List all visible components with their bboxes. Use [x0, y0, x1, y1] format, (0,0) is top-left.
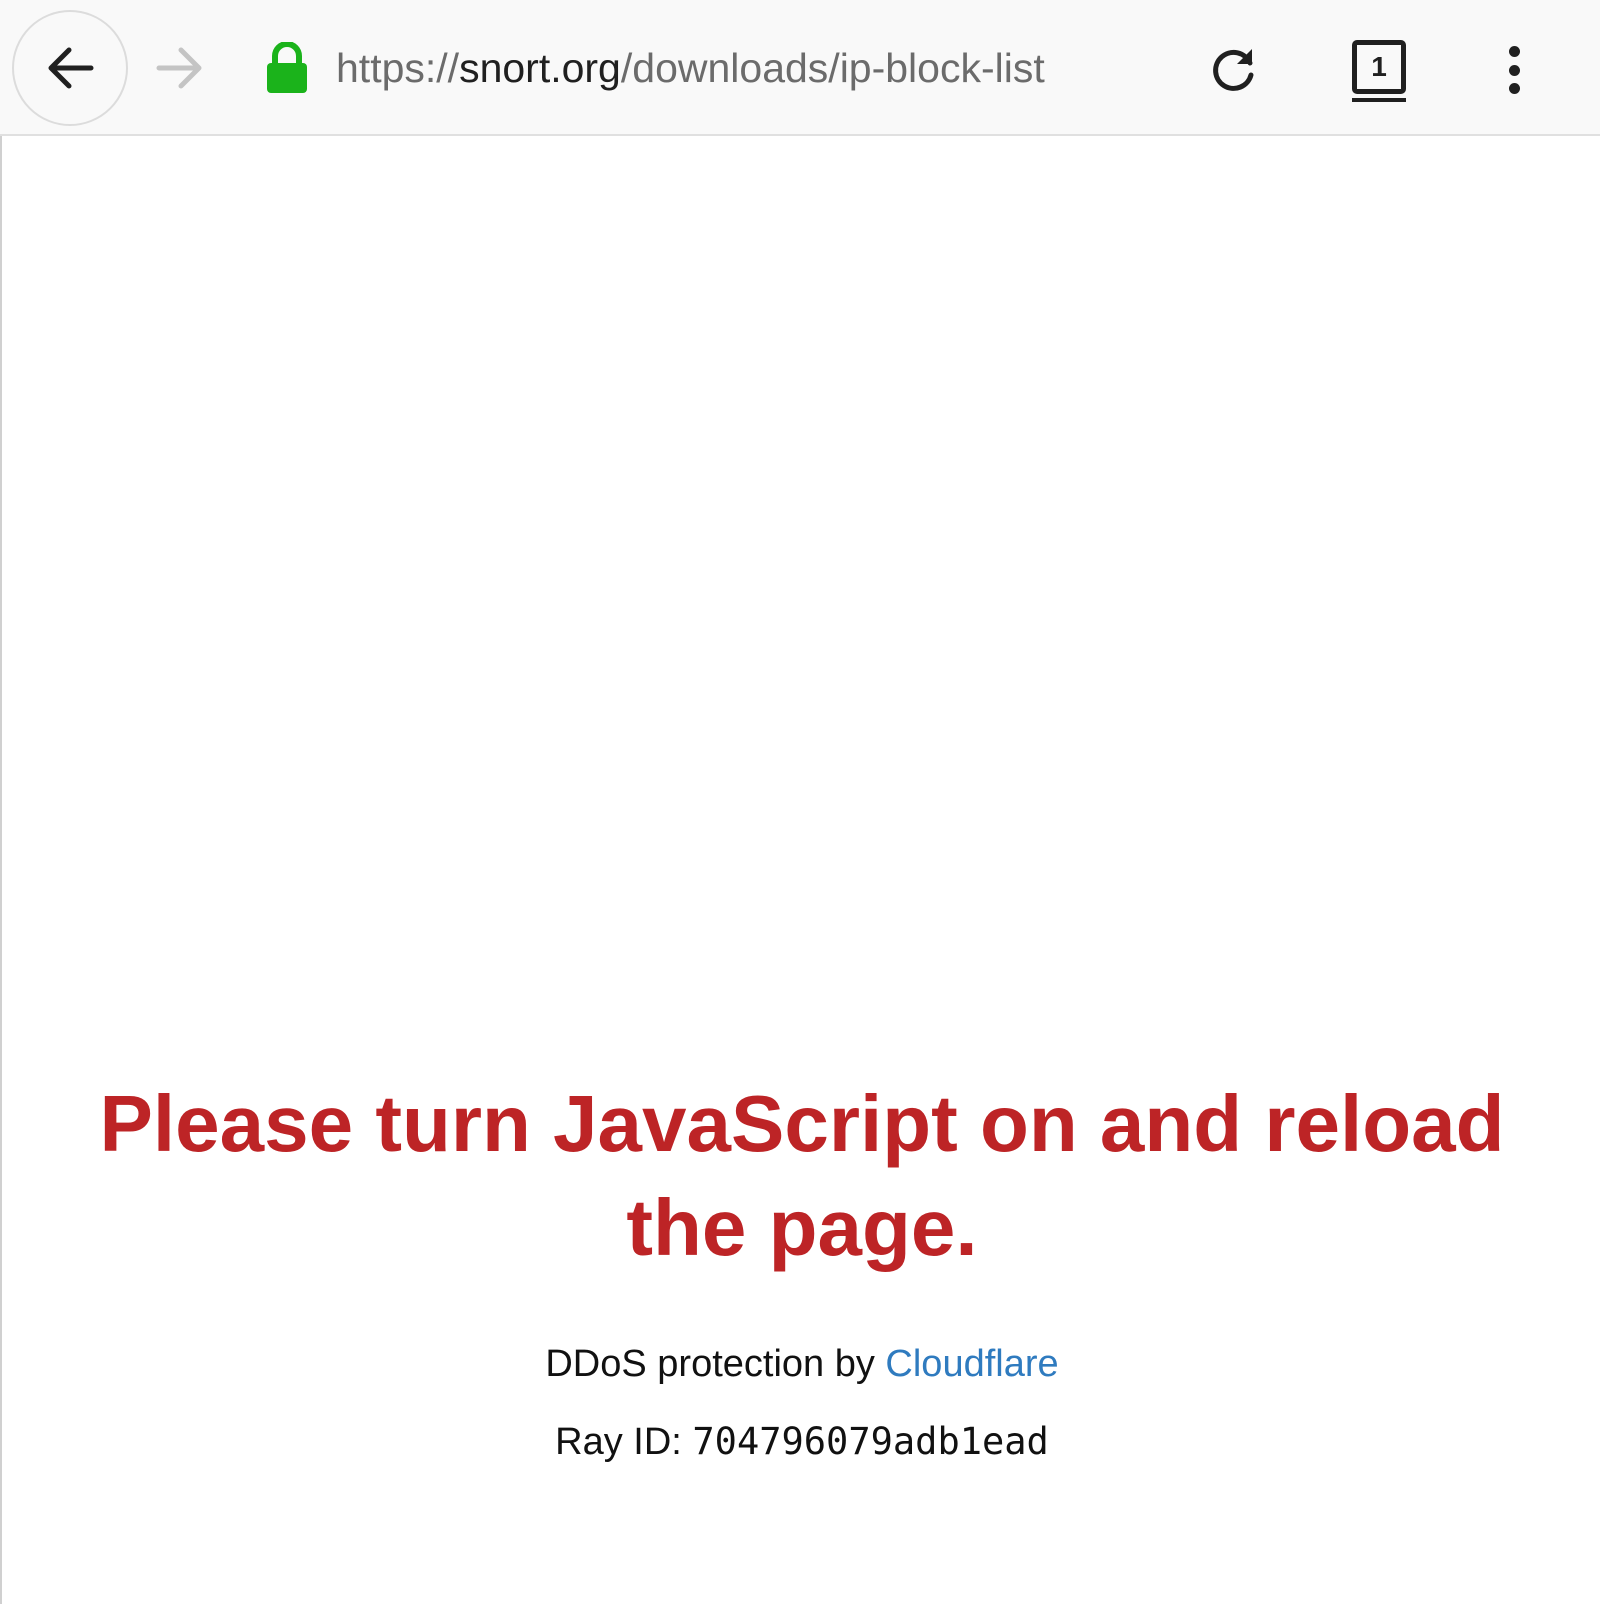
menu-dot [1508, 83, 1520, 94]
tabs-icon: 1 [1352, 40, 1406, 94]
menu-dot [1508, 46, 1520, 57]
url-scheme: https:// [336, 45, 460, 91]
more-vertical-icon[interactable] [1490, 40, 1538, 100]
menu-dot [1508, 64, 1520, 76]
ray-id-label: Ray ID: [555, 1421, 693, 1463]
reload-button[interactable] [1203, 38, 1265, 100]
tabs-button[interactable]: 1 [1346, 36, 1408, 102]
tab-count: 1 [1371, 51, 1387, 82]
url-domain: snort.org [459, 45, 621, 91]
arrow-right-icon [156, 47, 202, 89]
ray-id-line: Ray ID: 704796079adb1ead [2, 1418, 1600, 1466]
ray-id-value: 704796079adb1ead [692, 1420, 1049, 1463]
tabs-underline [1352, 98, 1406, 102]
ddos-protection-line: DDoS protection by Cloudflare [2, 1340, 1600, 1388]
page-content: Please turn JavaScript on and reload the… [0, 136, 1600, 1604]
back-button[interactable] [12, 10, 128, 126]
browser-toolbar: https://snort.org/downloads/ip-block-lis… [0, 0, 1600, 136]
cloudflare-link[interactable]: Cloudflare [885, 1343, 1058, 1385]
url-path: /downloads/ip-block-list [620, 45, 1045, 91]
ddos-prefix: DDoS protection by [545, 1343, 886, 1385]
javascript-required-message: Please turn JavaScript on and reload the… [99, 1079, 1505, 1272]
reload-icon [1213, 49, 1254, 91]
lock-icon [267, 42, 307, 93]
forward-button[interactable] [150, 38, 210, 98]
address-bar[interactable]: https://snort.org/downloads/ip-block-lis… [336, 44, 1045, 92]
arrow-left-icon [48, 47, 94, 89]
